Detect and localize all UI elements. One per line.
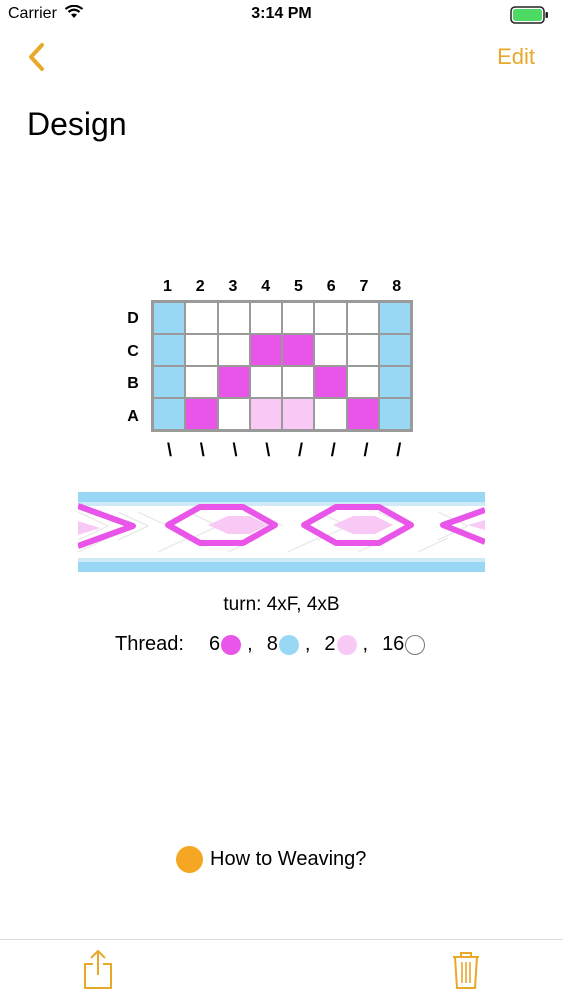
grid-cell-A-3[interactable]: [217, 398, 250, 430]
grid-cell-D-8[interactable]: [378, 302, 411, 334]
grid-cell-A-4[interactable]: [249, 398, 282, 430]
grid-cell-B-1[interactable]: [153, 366, 186, 398]
page-title: Design: [27, 106, 127, 142]
woven-band-preview: [78, 492, 485, 572]
grid-cell-C-6[interactable]: [314, 334, 347, 366]
thread-separator: ,: [304, 633, 311, 655]
thread-count: 16: [382, 633, 405, 655]
orange-dot-icon: [176, 845, 203, 873]
grid-cell-D-1[interactable]: [153, 302, 186, 334]
threading-direction-3: \: [232, 440, 238, 460]
turn-instructions: turn: 4xF, 4xB: [223, 594, 340, 615]
thread-list: 6, 8, 2, 16: [209, 633, 426, 656]
grid-cell-D-4[interactable]: [249, 302, 282, 334]
how-to-weaving-link[interactable]: How to Weaving?: [176, 845, 366, 873]
row-label-C: C: [127, 342, 139, 360]
grid-cell-B-2[interactable]: [185, 366, 218, 398]
thread-label: Thread:: [115, 633, 184, 655]
grid-cell-C-5[interactable]: [282, 334, 315, 366]
battery-icon: [510, 6, 548, 24]
row-label-D: D: [127, 310, 139, 327]
column-number-5: 5: [294, 278, 303, 295]
status-bar: Carrier 3:14 PM: [0, 0, 563, 30]
thread-separator: ,: [362, 633, 369, 655]
grid-cell-B-4[interactable]: [249, 366, 282, 398]
grid-cell-C-3[interactable]: [217, 334, 250, 366]
how-to-weaving-label: How to Weaving?: [210, 847, 367, 870]
row-label-B: B: [127, 375, 139, 392]
grid-cell-B-3[interactable]: [217, 366, 250, 398]
column-number-8: 8: [392, 278, 402, 295]
pattern-grid[interactable]: [151, 300, 413, 432]
edit-button[interactable]: Edit: [497, 44, 535, 70]
thread-count: 2: [324, 633, 336, 655]
grid-cell-B-5[interactable]: [282, 366, 315, 398]
grid-cell-C-8[interactable]: [378, 334, 411, 366]
thread-color-dot: [278, 634, 299, 655]
threading-direction-2: \: [199, 440, 205, 460]
grid-cell-D-6[interactable]: [314, 302, 347, 334]
thread-color-dot: [221, 634, 242, 655]
trash-icon[interactable]: [451, 950, 481, 990]
grid-cell-A-5[interactable]: [282, 398, 315, 430]
grid-cell-A-8[interactable]: [378, 398, 411, 430]
grid-cell-A-2[interactable]: [185, 398, 218, 430]
column-number-4: 4: [261, 278, 271, 295]
grid-cell-C-7[interactable]: [346, 334, 379, 366]
band-border-top: [78, 492, 485, 506]
thread-count: 6: [209, 633, 221, 655]
grid-cell-B-6[interactable]: [314, 366, 347, 398]
grid-cell-D-7[interactable]: [346, 302, 379, 334]
back-chevron-icon[interactable]: [24, 40, 54, 74]
column-number-1: 1: [163, 278, 172, 295]
thread-color-dot: [336, 634, 357, 655]
grid-cell-B-8[interactable]: [378, 366, 411, 398]
grid-cell-C-2[interactable]: [185, 334, 218, 366]
threading-direction-4: \: [265, 440, 271, 460]
column-number-6: 6: [326, 278, 336, 295]
threading-direction-7: /: [363, 440, 369, 460]
grid-cell-A-1[interactable]: [153, 398, 186, 430]
threading-direction-6: /: [330, 440, 336, 460]
column-number-2: 2: [195, 278, 205, 295]
thread-count: 8: [266, 633, 278, 655]
grid-cell-D-5[interactable]: [282, 302, 315, 334]
thread-color-dot: [405, 634, 426, 655]
band-border-bottom: [78, 558, 485, 572]
share-icon[interactable]: [83, 948, 113, 990]
column-number-3: 3: [228, 278, 238, 295]
column-number-7: 7: [359, 278, 369, 295]
band-texture: [78, 511, 470, 553]
grid-cell-A-7[interactable]: [346, 398, 379, 430]
thread-separator: ,: [247, 633, 253, 655]
threading-direction-1: \: [166, 440, 172, 460]
grid-cell-C-1[interactable]: [153, 334, 186, 366]
grid-cell-D-3[interactable]: [217, 302, 250, 334]
status-time: 3:14 PM: [251, 5, 312, 22]
grid-cell-B-7[interactable]: [346, 366, 379, 398]
threading-direction-8: /: [396, 440, 402, 460]
grid-cell-C-4[interactable]: [249, 334, 282, 366]
row-label-A: A: [127, 407, 139, 425]
grid-cell-A-6[interactable]: [314, 398, 347, 430]
grid-cell-D-2[interactable]: [185, 302, 218, 334]
threading-direction-5: /: [297, 440, 303, 460]
